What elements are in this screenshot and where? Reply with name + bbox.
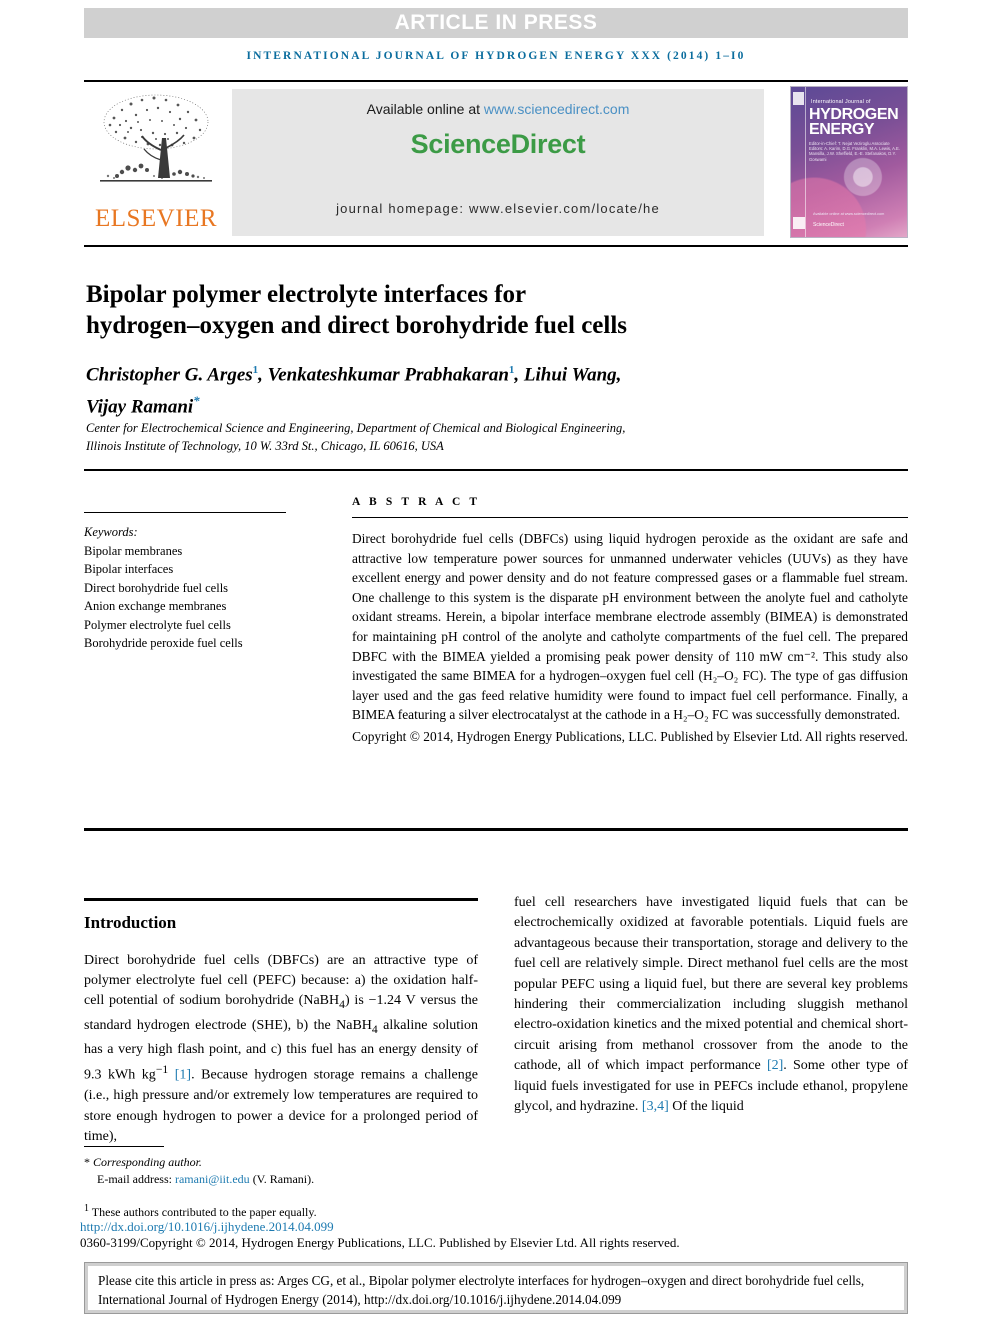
- elsevier-mark-top-icon: [793, 92, 804, 105]
- abstract-heading: A B S T R A C T: [352, 496, 481, 508]
- corresponding-author-label: Corresponding author.: [93, 1155, 202, 1169]
- abstract-block: A B S T R A C T Direct borohydride fuel …: [352, 496, 908, 747]
- elsevier-logo-block: ELSEVIER: [84, 86, 228, 238]
- introduction-left-column: Introduction Direct borohydride fuel cel…: [84, 898, 478, 1147]
- keywords-divider: [84, 512, 286, 513]
- asterisk-icon: *: [84, 1155, 90, 1169]
- abstract-divider: [352, 517, 908, 518]
- cover-title-line-1: HYDROGEN: [809, 106, 899, 123]
- cover-editors: Editor-in-Chief: T. Nejat Veziroglu Asso…: [809, 141, 900, 162]
- footnote-block: * Corresponding author. E-mail address: …: [84, 1146, 478, 1187]
- journal-running-head: INTERNATIONAL JOURNAL OF HYDROGEN ENERGY…: [246, 50, 746, 62]
- keyword-item: Polymer electrolyte fuel cells: [84, 617, 231, 632]
- abstract-bottom-divider: [84, 828, 908, 831]
- cover-available-online: Available online at www.sciencedirect.co…: [813, 212, 885, 216]
- sciencedirect-url-link[interactable]: www.sciencedirect.com: [484, 101, 630, 117]
- abstract-copyright: Copyright © 2014, Hydrogen Energy Public…: [352, 728, 908, 744]
- keyword-item: Bipolar interfaces: [84, 562, 174, 576]
- article-page: ARTICLE IN PRESS INTERNATIONAL JOURNAL O…: [0, 0, 992, 1323]
- keyword-item: Direct borohydride fuel cells: [84, 580, 229, 595]
- issn-copyright-line: 0360-3199/Copyright © 2014, Hydrogen Ene…: [80, 1235, 680, 1250]
- keywords-heading: Keywords:: [84, 525, 138, 539]
- journal-cover-thumbnail: International Journal of HYDROGEN ENERGY…: [790, 86, 908, 238]
- cover-vertical-rule: [805, 87, 806, 237]
- available-online-prefix: Available online at: [366, 101, 484, 117]
- elsevier-tree-icon: [100, 94, 212, 182]
- ihea-mark-icon: [793, 217, 805, 229]
- sciencedirect-banner: Available online at www.sciencedirect.co…: [232, 89, 764, 236]
- citation-box: Please cite this article in press as: Ar…: [84, 1262, 908, 1314]
- section-heading-introduction: Introduction: [84, 912, 177, 932]
- article-in-press-label: ARTICLE IN PRESS: [394, 11, 598, 34]
- cover-sciencedirect-mark: ScienceDirect: [813, 222, 844, 228]
- keywords-block: Keywords: Bipolar membranes Bipolar inte…: [84, 512, 312, 653]
- email-link[interactable]: ramani@iit.edu: [175, 1172, 250, 1186]
- cover-title-line-2: ENERGY: [809, 121, 875, 138]
- masthead: ELSEVIER Available online at www.science…: [84, 86, 908, 238]
- introduction-paragraph-right: fuel cell researchers have investigated …: [514, 895, 909, 1115]
- equal-contribution-note: 1 These authors contributed to the paper…: [84, 1201, 504, 1220]
- email-label: E-mail address:: [97, 1171, 175, 1186]
- author-list: Christopher G. Arges1, Venkateshkumar Pr…: [86, 364, 622, 418]
- affiliation-divider: [84, 469, 908, 471]
- title-line-1: Bipolar polymer electrolyte interfaces f…: [86, 280, 527, 308]
- corresponding-author-note: * Corresponding author. E-mail address: …: [84, 1154, 478, 1187]
- available-online-line: Available online at www.sciencedirect.co…: [232, 101, 764, 117]
- introduction-right-column: fuel cell researchers have investigated …: [514, 893, 908, 1117]
- top-divider: [84, 80, 908, 82]
- abstract-body: Direct borohydride fuel cells (DBFCs) us…: [352, 531, 908, 723]
- email-suffix: (V. Ramani).: [249, 1171, 315, 1186]
- affiliation-line-1: Center for Electrochemical Science and E…: [86, 421, 626, 435]
- elsevier-wordmark: ELSEVIER: [94, 205, 218, 232]
- article-in-press-banner: ARTICLE IN PRESS: [84, 8, 908, 38]
- page-title: Bipolar polymer electrolyte interfaces f…: [86, 279, 786, 341]
- section-divider: [84, 898, 478, 901]
- keyword-item: Borohydride peroxide fuel cells: [84, 636, 243, 650]
- doi-link[interactable]: http://dx.doi.org/10.1016/j.ijhydene.201…: [80, 1219, 680, 1235]
- affiliation-line-2: Illinois Institute of Technology, 10 W. …: [86, 439, 444, 453]
- citation-text: Please cite this article in press as: Ar…: [88, 1266, 904, 1310]
- sciencedirect-wordmark: ScienceDirect: [410, 129, 586, 159]
- keywords-list: Keywords: Bipolar membranes Bipolar inte…: [84, 523, 312, 653]
- equal-contribution-text: These authors contributed to the paper e…: [91, 1205, 317, 1219]
- footnote-divider: [84, 1146, 164, 1147]
- footnote-marker-1: 1: [84, 1203, 89, 1214]
- masthead-divider: [84, 245, 908, 247]
- introduction-paragraph-left: Direct borohydride fuel cells (DBFCs) ar…: [84, 952, 478, 1145]
- title-line-2: hydrogen–oxygen and direct borohydride f…: [86, 311, 628, 339]
- affiliation: Center for Electrochemical Science and E…: [86, 419, 786, 455]
- journal-homepage-line[interactable]: journal homepage: www.elsevier.com/locat…: [232, 201, 764, 216]
- keyword-item: Anion exchange membranes: [84, 599, 227, 613]
- keyword-item: Bipolar membranes: [84, 543, 183, 558]
- cover-journal-prefix: International Journal of: [811, 99, 871, 105]
